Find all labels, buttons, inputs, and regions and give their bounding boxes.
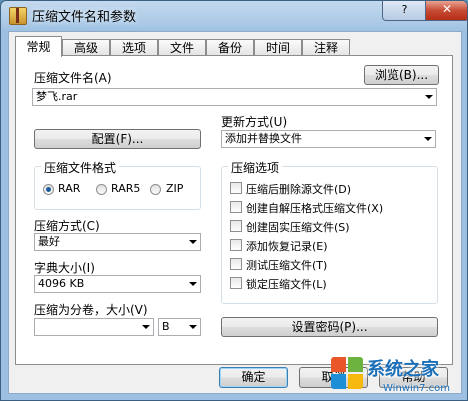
dialog-client-area: 常规 高级 选项 文件 备份 时间 注释 压缩文件名(A) 浏览(B)... 梦… [8, 31, 462, 394]
dictionary-size-label: 字典大小(I) [34, 261, 95, 275]
tab-time[interactable]: 时间 [254, 39, 302, 56]
archive-name-value: 梦飞.rar [36, 90, 78, 103]
compression-method-value: 最好 [38, 235, 60, 248]
chevron-down-icon [189, 325, 197, 329]
chevron-down-icon [425, 95, 433, 99]
tab-files[interactable]: 文件 [158, 39, 206, 56]
split-volume-label: 压缩为分卷，大小(V) [34, 303, 148, 317]
lock-archive-label: 锁定压缩文件(L) [246, 278, 327, 291]
compression-method-combo[interactable]: 最好 [34, 233, 201, 251]
archive-name-label: 压缩文件名(A) [34, 71, 112, 85]
close-button[interactable]: ✕ [425, 1, 467, 21]
split-unit-combo[interactable]: B [158, 318, 201, 336]
general-tab-panel: 压缩文件名(A) 浏览(B)... 梦飞.rar 更新方式(U) 配置(F)..… [15, 55, 453, 365]
archive-format-group: 压缩文件格式 RAR RAR5 ZIP [34, 159, 201, 210]
update-mode-value: 添加并替换文件 [225, 132, 302, 145]
format-rar-radio[interactable] [43, 184, 54, 195]
site-watermark: 系统之家 Winwin7.com [331, 355, 467, 399]
compression-method-label: 压缩方式(C) [34, 219, 100, 233]
update-mode-label: 更新方式(U) [221, 115, 288, 129]
solid-archive-label: 创建固实压缩文件(S) [246, 221, 350, 234]
delete-after-checkbox[interactable] [230, 182, 242, 194]
archiving-options-title: 压缩选项 [228, 159, 283, 176]
winrar-app-icon [9, 7, 27, 25]
format-zip-label: ZIP [166, 182, 184, 195]
tab-backup[interactable]: 备份 [206, 39, 254, 56]
format-rar5-label: RAR5 [111, 182, 141, 195]
delete-after-label: 压缩后删除源文件(D) [246, 183, 352, 196]
set-password-button[interactable]: 设置密码(P)... [221, 317, 438, 337]
watermark-url: Winwin7.com [383, 383, 450, 394]
ok-button[interactable]: 确定 [219, 367, 288, 388]
dictionary-size-combo[interactable]: 4096 KB [34, 275, 201, 293]
chevron-down-icon [424, 137, 432, 141]
tab-advanced[interactable]: 高级 [62, 39, 110, 56]
solid-archive-checkbox[interactable] [230, 220, 242, 232]
format-zip-radio[interactable] [150, 184, 161, 195]
archive-name-combo[interactable]: 梦飞.rar [32, 88, 437, 106]
watermark-text: 系统之家 [367, 359, 439, 380]
window-title: 压缩文件名和参数 [32, 10, 137, 25]
chevron-down-icon [142, 325, 150, 329]
browse-button[interactable]: 浏览(B)... [364, 65, 439, 85]
format-rar5-radio[interactable] [96, 184, 107, 195]
tab-general[interactable]: 常规 [15, 36, 62, 57]
help-title-button[interactable]: ? [382, 1, 427, 21]
test-archive-label: 测试压缩文件(T) [246, 259, 328, 272]
chevron-down-icon [189, 282, 197, 286]
profiles-button[interactable]: 配置(F)... [34, 129, 201, 149]
sfx-checkbox[interactable] [230, 201, 242, 213]
test-archive-checkbox[interactable] [230, 258, 242, 270]
dictionary-size-value: 4096 KB [38, 277, 85, 290]
title-bar[interactable]: 压缩文件名和参数 ? ✕ [1, 1, 467, 31]
format-rar-label: RAR [58, 182, 81, 195]
chevron-down-icon [189, 240, 197, 244]
recovery-record-label: 添加恢复记录(E) [246, 240, 328, 253]
archiving-options-group: 压缩选项 压缩后删除源文件(D) 创建自解压格式压缩文件(X) 创建固实压缩文件… [221, 159, 438, 304]
windows-logo-icon [331, 357, 365, 391]
split-unit-value: B [162, 320, 170, 333]
tab-comment[interactable]: 注释 [302, 39, 350, 56]
lock-archive-checkbox[interactable] [230, 277, 242, 289]
update-mode-combo[interactable]: 添加并替换文件 [221, 130, 436, 148]
recovery-record-checkbox[interactable] [230, 239, 242, 251]
dialog-window: 压缩文件名和参数 ? ✕ 常规 高级 选项 文件 备份 时间 注释 压缩文件名(… [0, 0, 468, 401]
tab-options[interactable]: 选项 [110, 39, 158, 56]
split-size-combo[interactable] [34, 318, 154, 336]
sfx-label: 创建自解压格式压缩文件(X) [246, 202, 384, 215]
archive-format-title: 压缩文件格式 [41, 159, 120, 176]
